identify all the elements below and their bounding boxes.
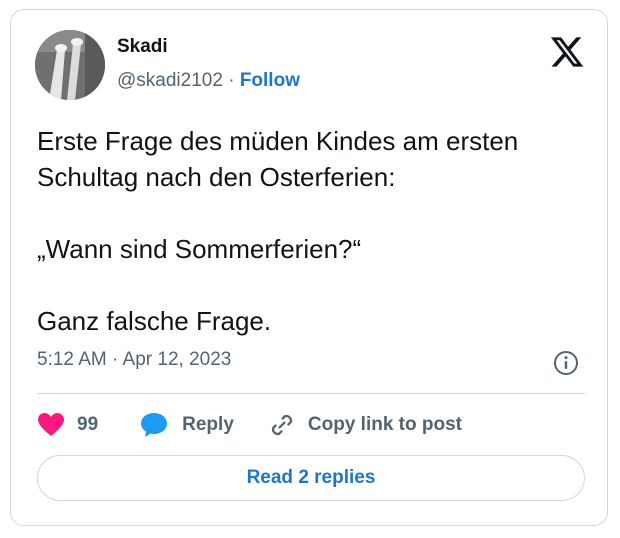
reply-button[interactable]: Reply [140,412,234,438]
action-bar: 99 Reply Copy link to post [37,408,462,442]
like-count: 99 [77,414,99,435]
reply-bubble-icon [141,413,168,437]
x-logo-icon[interactable] [549,34,585,70]
avatar-photo [35,30,105,100]
author-handle[interactable]: @skadi2102 [117,70,223,91]
author-handle-row: @skadi2102 · Follow [117,70,300,92]
post-line: „Wann sind Sommerferien?“ [37,234,362,264]
info-icon[interactable] [553,350,579,376]
copy-link-label: Copy link to post [307,414,462,435]
like-button[interactable]: 99 [37,412,98,438]
link-icon [271,414,292,436]
post-line: Ganz falsche Frage. [37,306,272,336]
post-card: Skadi @skadi2102 · Follow Erste Frage de… [10,9,608,526]
reply-label: Reply [182,414,234,435]
read-replies-button[interactable]: Read 2 replies [37,455,585,501]
follow-link[interactable]: Follow [240,70,300,91]
post-line: Erste Frage des müden Kindes am ersten S… [37,126,519,192]
author-name[interactable]: Skadi [117,36,168,58]
heart-icon [38,413,64,436]
avatar[interactable] [35,30,105,100]
separator-dot: · [228,70,235,91]
post-timestamp[interactable]: 5:12 AM · Apr 12, 2023 [37,349,231,371]
divider [37,393,585,394]
post-text: Erste Frage des müden Kindes am ersten S… [37,123,597,339]
copy-link-button[interactable]: Copy link to post [268,411,462,439]
